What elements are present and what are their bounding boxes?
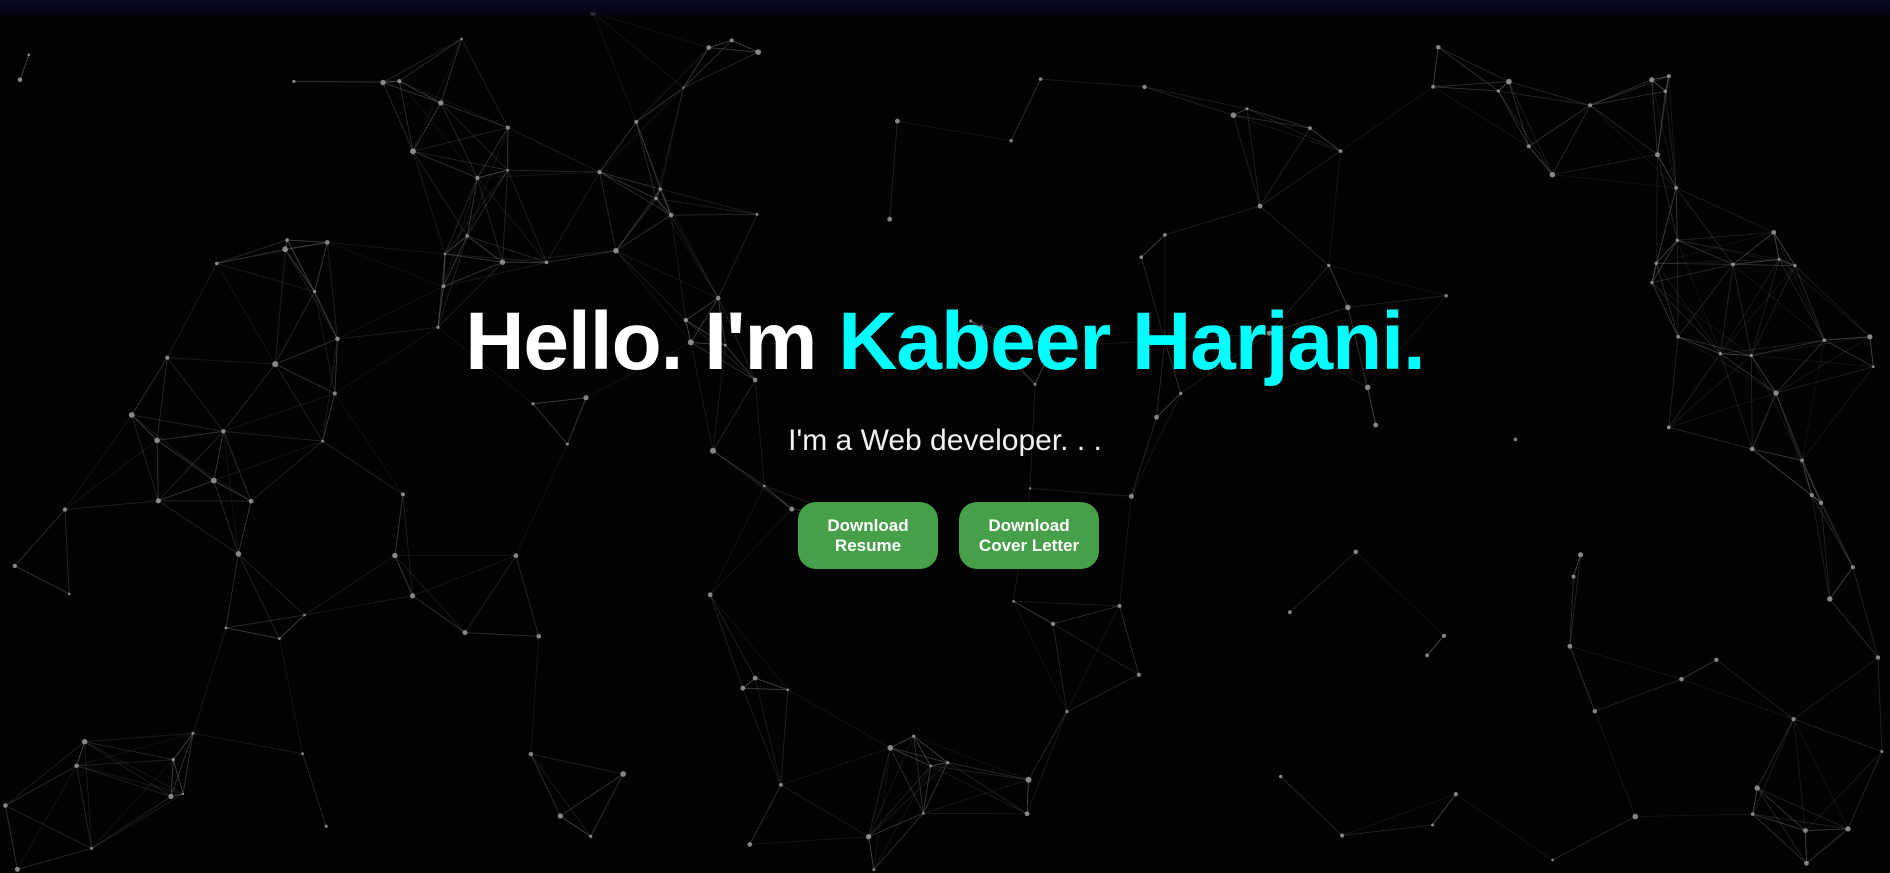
headline-greeting: Hello. I'm — [465, 296, 839, 387]
hero-section: Hello. I'm Kabeer Harjani. I'm a Web dev… — [0, 0, 1890, 873]
download-cover-letter-label-line2: Cover Letter — [978, 535, 1080, 555]
page-background: Hello. I'm Kabeer Harjani. I'm a Web dev… — [0, 0, 1890, 873]
download-resume-label: Download Resume — [827, 516, 908, 556]
download-resume-label-line1: Download — [827, 515, 909, 535]
download-resume-button[interactable]: Download Resume — [798, 502, 938, 569]
hero-subtitle: I'm a Web developer. . . — [788, 424, 1102, 457]
hero-headline: Hello. I'm Kabeer Harjani. — [0, 292, 1890, 392]
download-cover-letter-button[interactable]: Download Cover Letter — [959, 502, 1099, 569]
headline-name: Kabeer Harjani. — [838, 296, 1426, 387]
download-cover-letter-label: Download Cover Letter — [979, 516, 1079, 556]
download-cover-letter-label-line1: Download — [988, 515, 1070, 535]
download-resume-label-line2: Resume — [834, 535, 902, 555]
